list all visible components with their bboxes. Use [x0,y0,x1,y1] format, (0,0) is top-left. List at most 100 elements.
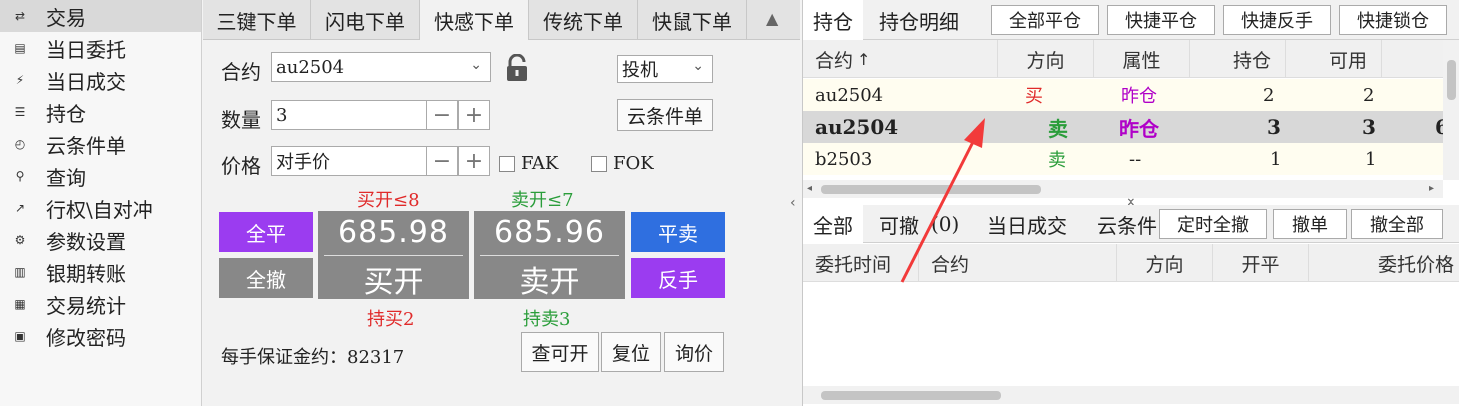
search-icon: ⚲ [15,169,25,183]
cancel-all-orders-button[interactable]: 撤全部 [1351,209,1443,239]
tab-position-detail[interactable]: 持仓明细 [869,0,969,40]
row-attribute: 昨仓 [1121,86,1157,107]
sidebar-item-positions[interactable]: ☰ 持仓 [0,96,201,128]
inquiry-button[interactable]: 询价 [664,332,724,372]
orders-tabs: 全部 可撤 (0) 当日成交 云条件 定时全撤 撤单 撤全部 [803,205,1459,243]
exchange-icon: ⇄ [14,9,26,23]
buy-open-button[interactable]: 685.98 买开 [318,211,469,300]
sidebar-item-trade[interactable]: ⇄ 交易 [0,0,201,32]
divider [480,255,619,256]
positions-hscroll[interactable]: ◂ ▸ [803,180,1443,198]
reset-button[interactable]: 复位 [601,332,661,372]
sell-open-button[interactable]: 685.96 卖开 [474,211,625,300]
tab-flash[interactable]: 闪电下单 [311,0,420,40]
tab-positions[interactable]: 持仓 [803,0,863,40]
col-available[interactable]: 可用 [1286,40,1382,78]
chevron-left-icon[interactable]: ‹ [790,195,796,211]
close-all-button[interactable]: 全平 [219,212,313,252]
col-open-close[interactable]: 开平 [1213,244,1309,282]
sidebar-item-today-deals[interactable]: ⚡ 当日成交 [0,64,201,96]
tab-quick-feel[interactable]: 快感下单 [420,0,529,40]
row-available: 1 [1365,148,1377,170]
cloud-condition-button[interactable]: 云条件单 [617,99,713,131]
qty-plus-button[interactable]: + [458,100,490,130]
scroll-thumb[interactable] [821,391,1001,400]
sidebar-item-query[interactable]: ⚲ 查询 [0,160,201,192]
col-contract[interactable]: 合约 ↑ [803,40,998,78]
app-window: ⇄ 交易 ▤ 当日委托 ⚡ 当日成交 ☰ 持仓 ◴ 云条件单 ⚲ 查询 ↗ 行权… [0,0,1459,406]
scroll-right-icon[interactable]: ▸ [1429,183,1434,194]
col-contract-label: 合约 [815,49,854,72]
tab-quick-mouse[interactable]: 快鼠下单 [638,0,747,40]
sidebar-item-statistics[interactable]: ▦ 交易统计 [0,288,201,320]
col-order-time[interactable]: 委托时间 [803,244,919,282]
positions-vscroll[interactable] [1443,40,1459,180]
checkbox-box [499,155,515,172]
col-holding[interactable]: 持仓 [1190,40,1286,78]
quick-reverse-button[interactable]: 快捷反手 [1223,5,1331,35]
row-contract: b2503 [815,148,873,170]
row-direction: 卖 [1048,150,1066,171]
hedge-select[interactable]: 投机 ⌄ [617,55,713,83]
price-label: 价格 [221,154,261,178]
scroll-thumb[interactable] [821,185,1041,194]
col-order-direction[interactable]: 方向 [1117,244,1213,282]
col-order-price[interactable]: 委托价格 [1309,244,1459,282]
collapse-icon[interactable]: ▲ [766,11,786,27]
orders-hscroll[interactable] [803,386,1459,404]
close-sell-button[interactable]: 平卖 [631,212,725,252]
scroll-thumb[interactable] [1447,60,1456,100]
order-panel: 三键下单 闪电下单 快感下单 传统下单 快鼠下单 ▲ 合约 au2504 ⌄ 投… [203,0,800,406]
tab-traditional[interactable]: 传统下单 [529,0,638,40]
divider [324,255,463,256]
price-input[interactable]: 对手价 [271,146,427,176]
qty-minus-button[interactable]: − [426,100,458,130]
sidebar-item-bank-transfer[interactable]: ▥ 银期转账 [0,256,201,288]
col-order-contract[interactable]: 合约 [919,244,1117,282]
sidebar-item-label: 当日成交 [46,69,126,94]
row-direction: 买 [1025,86,1043,107]
fok-checkbox[interactable]: FOK [591,153,654,174]
row-holding: 3 [1267,115,1281,139]
quick-close-button[interactable]: 快捷平仓 [1107,5,1215,35]
positions-table-header: 合约 ↑ 方向 属性 持仓 可用 [803,40,1459,78]
contract-label: 合约 [221,60,261,84]
tab-today-deals[interactable]: 当日成交 [977,205,1077,243]
qty-input[interactable]: 3 [271,100,427,130]
price-plus-button[interactable]: + [458,146,490,176]
close-all-positions-button[interactable]: 全部平仓 [991,5,1099,35]
bank-transfer-icon: ▥ [14,265,26,279]
tab-cloud-condition[interactable]: 云条件 [1087,205,1167,243]
fak-checkbox[interactable]: FAK [499,153,558,174]
table-row[interactable]: au2504 买 昨仓 2 2 [803,79,1443,111]
quick-lock-button[interactable]: 快捷锁仓 [1339,5,1447,35]
sidebar-item-label: 交易统计 [46,293,126,318]
fok-label: FOK [613,153,654,174]
sidebar-item-cloud-condition[interactable]: ◴ 云条件单 [0,128,201,160]
sell-open-label: 卖开 [519,265,580,300]
col-attribute[interactable]: 属性 [1094,40,1190,78]
query-open-button[interactable]: 查可开 [521,332,599,372]
tab-cancelable[interactable]: 可撤 [869,205,929,243]
sidebar-item-settings[interactable]: ⚙ 参数设置 [0,224,201,256]
cancel-all-button[interactable]: 全撤 [219,258,313,298]
sidebar-item-change-password[interactable]: ▣ 修改密码 [0,320,201,352]
table-row-selected[interactable]: au2504 卖 昨仓 3 3 6 [803,111,1449,143]
col-direction[interactable]: 方向 [998,40,1094,78]
fak-label: FAK [521,153,559,174]
sell-price: 685.96 [494,215,605,250]
row-attribute: -- [1129,148,1142,170]
sidebar-item-exercise[interactable]: ↗ 行权\自对冲 [0,192,201,224]
contract-select[interactable]: au2504 ⌄ [271,52,491,82]
position-tabs: 持仓 持仓明细 全部平仓 快捷平仓 快捷反手 快捷锁仓 [803,0,1459,40]
price-minus-button[interactable]: − [426,146,458,176]
reverse-button[interactable]: 反手 [631,258,725,298]
timed-cancel-all-button[interactable]: 定时全撤 [1159,209,1267,239]
sidebar-item-today-orders[interactable]: ▤ 当日委托 [0,32,201,64]
cancel-order-button[interactable]: 撤单 [1273,209,1347,239]
tab-three-key[interactable]: 三键下单 [203,0,311,40]
lock-icon[interactable] [505,54,529,82]
scroll-left-icon[interactable]: ◂ [807,183,812,194]
table-row[interactable]: b2503 卖 -- 1 1 [803,143,1443,175]
tab-all[interactable]: 全部 [803,205,863,243]
